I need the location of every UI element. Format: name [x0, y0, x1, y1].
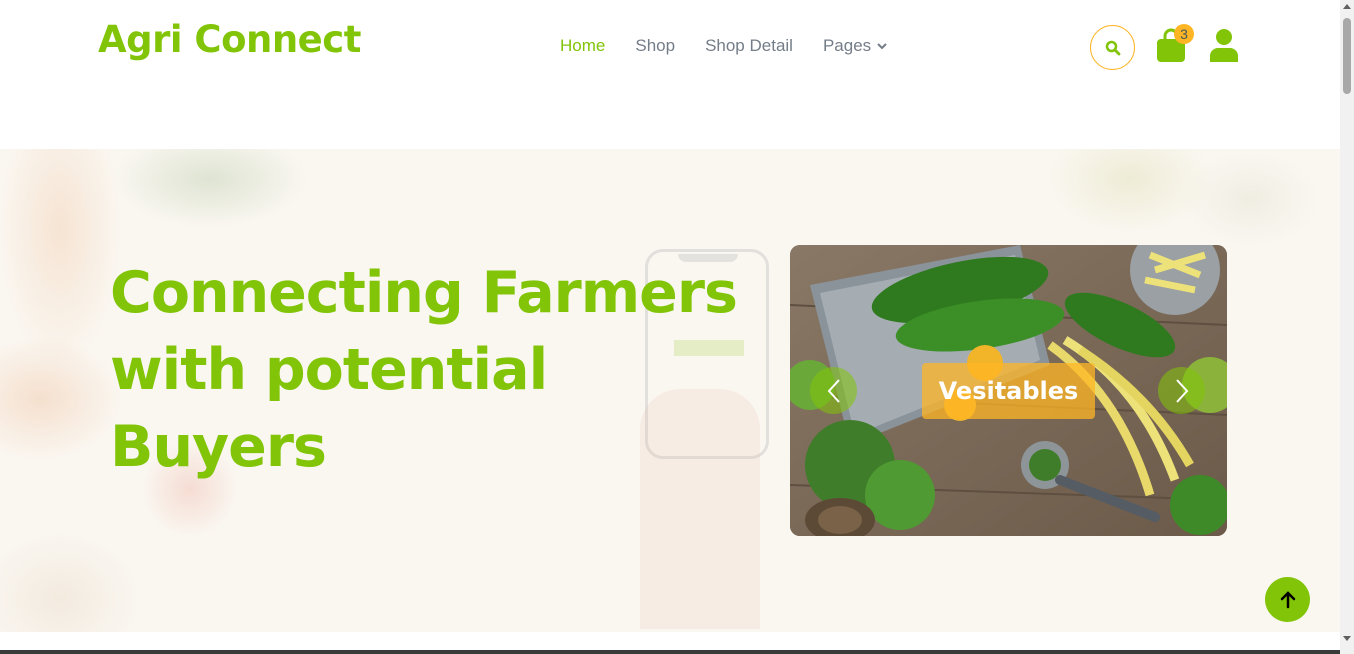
chevron-right-icon	[1175, 378, 1188, 403]
carousel-slide-label[interactable]: Vesitables	[922, 363, 1095, 419]
arrow-up-icon	[1280, 590, 1295, 608]
scroll-down-arrow-icon[interactable]	[1343, 636, 1351, 641]
main-nav: Home Shop Shop Detail Pages	[560, 36, 887, 56]
search-icon	[1105, 40, 1120, 55]
hero-carousel[interactable]: Vesitables	[790, 245, 1227, 536]
nav-shop[interactable]: Shop	[635, 36, 675, 56]
search-button[interactable]	[1090, 25, 1135, 70]
hero-section: Connecting Farmers with potential Buyers	[0, 149, 1340, 632]
hero-headline: Connecting Farmers with potential Buyers	[110, 260, 738, 480]
nav-home-label: Home	[560, 36, 606, 55]
nav-shop-detail[interactable]: Shop Detail	[705, 36, 793, 56]
nav-shop-label: Shop	[635, 36, 676, 55]
user-icon	[1210, 29, 1238, 62]
carousel-next-button[interactable]	[1158, 367, 1205, 414]
back-to-top-button[interactable]	[1265, 577, 1310, 622]
scrollbar-thumb[interactable]	[1343, 18, 1351, 94]
nav-pages-dropdown[interactable]: Pages	[823, 36, 887, 56]
user-account-button[interactable]	[1209, 28, 1241, 62]
navbar: Agri Connect Home Shop Shop Detail Pages…	[0, 0, 1340, 149]
nav-pages-label: Pages	[822, 36, 872, 55]
nav-home[interactable]: Home	[560, 36, 605, 56]
scroll-up-arrow-icon[interactable]	[1343, 4, 1351, 9]
brand-logo[interactable]: Agri Connect	[98, 18, 361, 61]
nav-shop-detail-label: Shop Detail	[705, 36, 793, 55]
cart-button[interactable]: 3	[1156, 24, 1194, 64]
chevron-left-icon	[827, 378, 840, 403]
page-scrollbar[interactable]	[1340, 0, 1354, 654]
carousel-prev-button[interactable]	[810, 367, 857, 414]
cart-count-badge: 3	[1174, 24, 1194, 44]
window-bottom-edge	[0, 650, 1340, 654]
chevron-down-icon	[877, 43, 887, 50]
